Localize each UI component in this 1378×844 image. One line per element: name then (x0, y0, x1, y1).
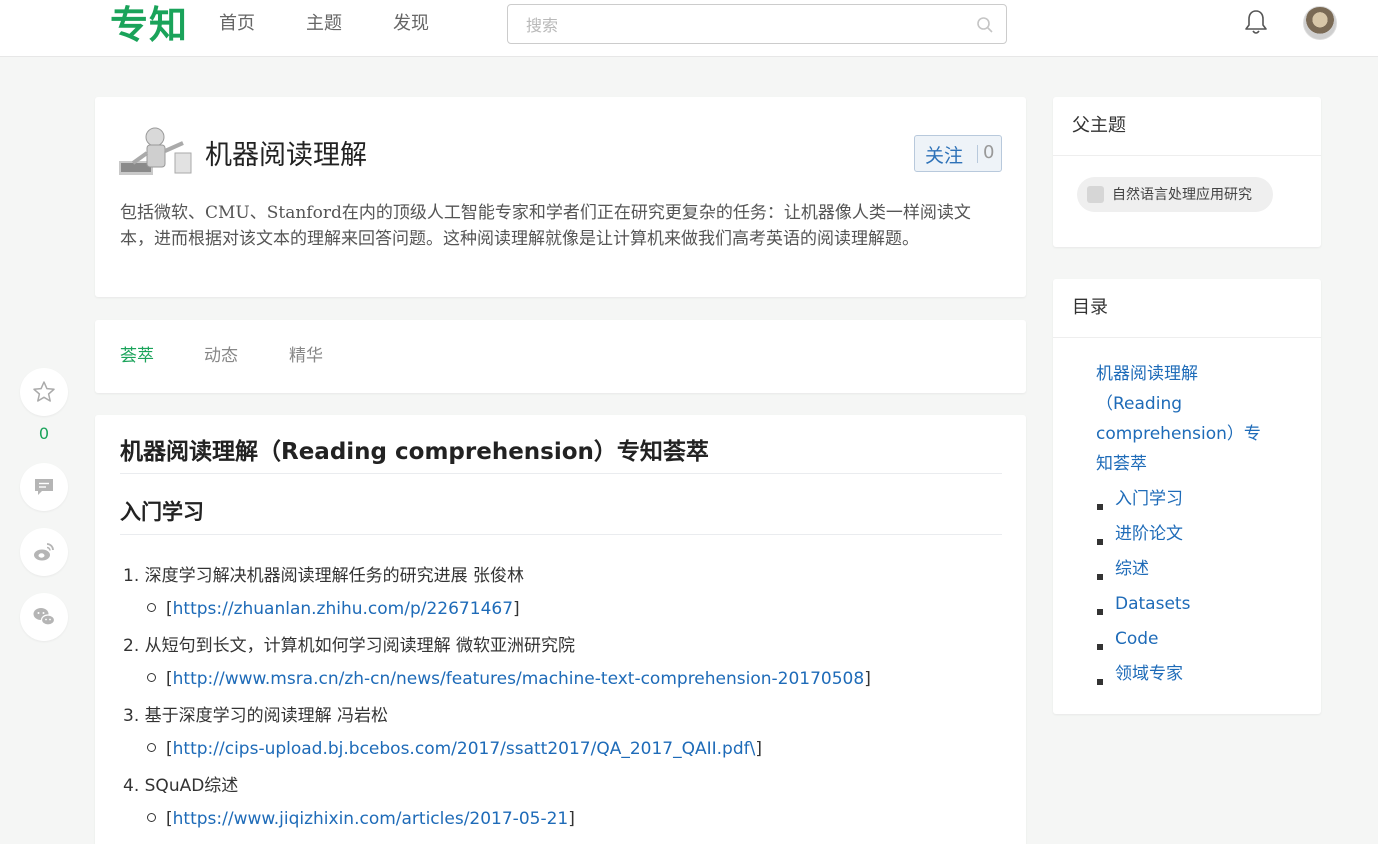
topic-description: 包括微软、CMU、Stanford在内的顶级人工智能专家和学者们正在研究更复杂的… (120, 203, 971, 249)
top-navbar: 专知 首页 主题 发现 (0, 0, 1378, 57)
parent-topic-card: 父主题 自然语言处理应用研究 (1053, 97, 1321, 247)
square-bullet-icon (1097, 574, 1103, 580)
wechat-icon (33, 608, 56, 626)
tab-featured[interactable]: 精华 (289, 345, 323, 367)
section-divider (120, 534, 1002, 535)
article-title: 机器阅读理解（Reading comprehension）专知荟萃 (120, 439, 709, 465)
item-link[interactable]: http://cips-upload.bj.bcebos.com/2017/ss… (173, 739, 756, 759)
item-number: 2. (123, 636, 140, 656)
topic-header-card: 机器阅读理解 关注 0 包括微软、CMU、Stanford在内的顶级人工智能专家… (95, 97, 1026, 297)
nav-topics[interactable]: 主题 (306, 12, 342, 36)
square-bullet-icon (1097, 679, 1103, 685)
item-text: 基于深度学习的阅读理解 冯岩松 (144, 706, 389, 726)
toc-item[interactable]: 领域专家 (1115, 662, 1183, 686)
toc-item[interactable]: 入门学习 (1115, 487, 1183, 511)
link-suffix: ] (513, 599, 520, 619)
nav-discover[interactable]: 发现 (393, 12, 429, 36)
link-suffix: ] (755, 739, 762, 759)
toc-heading: 目录 (1072, 297, 1108, 318)
toc-card: 目录 机器阅读理解（Reading comprehension）专知荟萃 入门学… (1053, 279, 1321, 714)
square-bullet-icon (1097, 539, 1103, 545)
sub-list-item: [http://www.msra.cn/zh-cn/news/features/… (147, 667, 871, 691)
sub-list-item: [https://www.jiqizhixin.com/articles/201… (147, 807, 575, 831)
list-item: 3. 基于深度学习的阅读理解 冯岩松 (123, 704, 388, 728)
follow-count: 0 (983, 142, 995, 163)
toc-item[interactable]: Datasets (1115, 592, 1190, 616)
item-text: 从短句到长文，计算机如何学习阅读理解 微软亚洲研究院 (144, 636, 576, 656)
parent-topic-heading: 父主题 (1072, 115, 1126, 136)
tab-highlights[interactable]: 荟萃 (120, 345, 154, 367)
item-number: 4. (123, 776, 140, 796)
topic-thumbnail-icon (1087, 186, 1104, 203)
comment-icon (35, 479, 53, 495)
star-count: 0 (38, 424, 50, 443)
article-card: 机器阅读理解（Reading comprehension）专知荟萃 入门学习 1… (95, 415, 1026, 844)
search-icon[interactable] (976, 16, 994, 34)
toc-item[interactable]: 综述 (1115, 557, 1149, 581)
tabs-card: 荟萃 动态 精华 (95, 320, 1026, 393)
topic-title: 机器阅读理解 (205, 140, 367, 171)
square-bullet-icon (1097, 504, 1103, 510)
star-button[interactable] (20, 368, 68, 416)
bell-icon[interactable] (1242, 8, 1270, 36)
site-logo[interactable]: 专知 (110, 2, 188, 48)
item-number: 1. (123, 566, 140, 586)
link-suffix: ] (568, 809, 575, 829)
list-item: 2. 从短句到长文，计算机如何学习阅读理解 微软亚洲研究院 (123, 634, 575, 658)
sub-list-item: [https://zhuanlan.zhihu.com/p/22671467] (147, 597, 520, 621)
search-input[interactable] (526, 14, 966, 36)
item-number: 3. (123, 706, 140, 726)
search-box (507, 4, 1007, 44)
title-divider (120, 473, 1002, 474)
divider (1053, 155, 1321, 156)
square-bullet-icon (1097, 609, 1103, 615)
circle-bullet-icon (147, 812, 156, 822)
toc-item[interactable]: 进阶论文 (1115, 522, 1183, 546)
user-avatar[interactable] (1303, 6, 1337, 40)
weibo-share-button[interactable] (20, 528, 68, 576)
item-text: SQuAD综述 (144, 776, 239, 796)
toc-main-link[interactable]: 机器阅读理解（Reading comprehension）专知荟萃 (1096, 359, 1276, 479)
follow-label: 关注 (925, 145, 964, 167)
parent-topic-label: 自然语言处理应用研究 (1112, 187, 1252, 203)
wechat-share-button[interactable] (20, 593, 68, 641)
star-icon (33, 381, 55, 402)
parent-topic-chip[interactable]: 自然语言处理应用研究 (1077, 177, 1273, 212)
square-bullet-icon (1097, 644, 1103, 650)
link-suffix: ] (864, 669, 871, 689)
item-link[interactable]: http://www.msra.cn/zh-cn/news/features/m… (173, 669, 865, 689)
nav-home[interactable]: 首页 (219, 12, 255, 36)
list-item: 4. SQuAD综述 (123, 774, 238, 798)
circle-bullet-icon (147, 742, 156, 752)
divider (1053, 337, 1321, 338)
circle-bullet-icon (147, 602, 156, 612)
follow-divider (977, 145, 978, 163)
follow-button[interactable]: 关注 0 (914, 135, 1002, 172)
list-item: 1. 深度学习解决机器阅读理解任务的研究进展 张俊林 (123, 564, 524, 588)
sub-list-item: [http://cips-upload.bj.bcebos.com/2017/s… (147, 737, 762, 761)
circle-bullet-icon (147, 672, 156, 682)
tab-activity[interactable]: 动态 (204, 345, 238, 367)
topic-image (119, 127, 192, 175)
section-heading: 入门学习 (120, 500, 204, 524)
weibo-icon (34, 543, 54, 561)
item-link[interactable]: https://zhuanlan.zhihu.com/p/22671467 (173, 599, 513, 619)
toc-item[interactable]: Code (1115, 627, 1159, 651)
item-link[interactable]: https://www.jiqizhixin.com/articles/2017… (173, 809, 569, 829)
item-text: 深度学习解决机器阅读理解任务的研究进展 张俊林 (144, 566, 525, 586)
comment-button[interactable] (20, 463, 68, 511)
